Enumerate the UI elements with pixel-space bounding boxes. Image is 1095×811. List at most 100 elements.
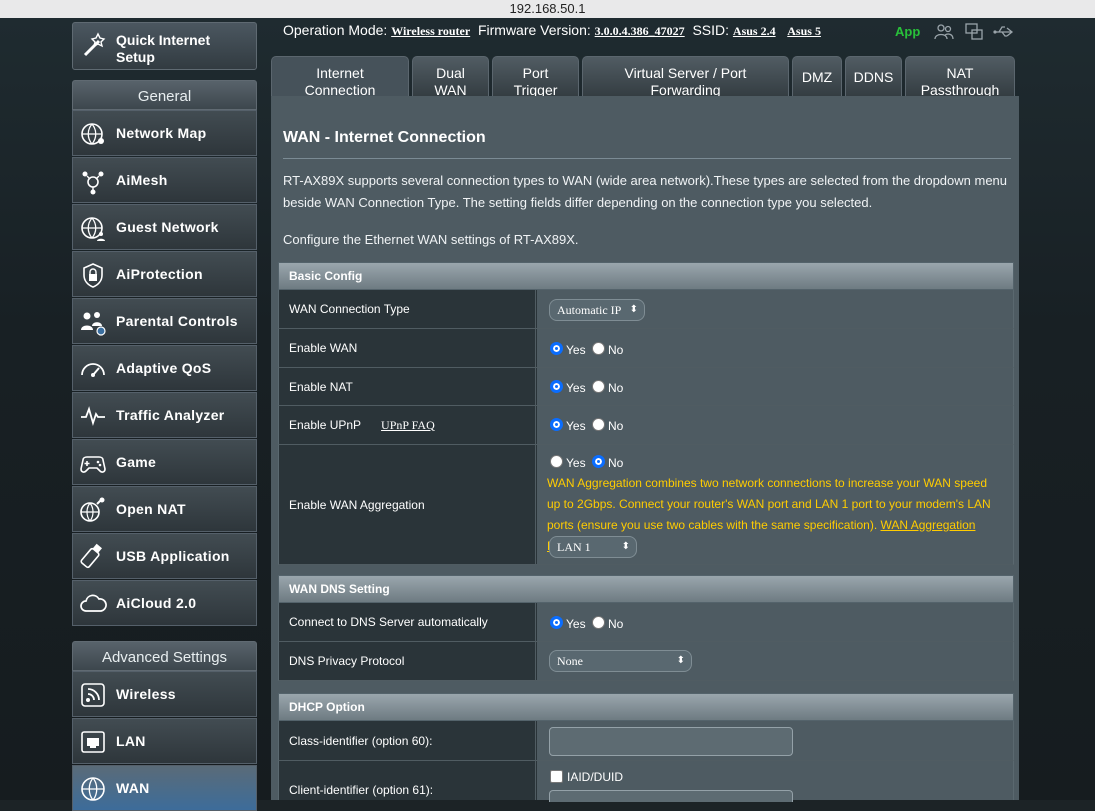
tab-port-trigger[interactable]: Port Trigger — [492, 56, 579, 98]
title-divider — [283, 158, 1011, 159]
sidebar-item-label: AiMesh — [116, 172, 168, 188]
sidebar-item-network-map[interactable]: Network Map — [72, 110, 257, 156]
description-line: beside WAN Connection Type. The setting … — [283, 195, 873, 210]
enable-wan-yes-radio[interactable] — [550, 342, 563, 355]
radio-label: Yes — [566, 419, 586, 433]
basic-config-header: Basic Config — [278, 262, 1014, 290]
firmware-version-link[interactable]: 3.0.0.4.386_47027 — [595, 24, 685, 38]
dns-privacy-select[interactable]: None ⬍ — [549, 650, 692, 672]
sidebar-item-label: Adaptive QoS — [116, 360, 212, 376]
ssid-24-link[interactable]: Asus 2.4 — [733, 24, 776, 38]
page-title: WAN - Internet Connection — [283, 129, 486, 146]
usb-drive-icon — [80, 543, 102, 569]
devices-icon[interactable] — [964, 22, 984, 42]
sidebar-item-guest-network[interactable]: Guest Network — [72, 204, 257, 250]
sidebar-item-game[interactable]: Game — [72, 439, 257, 485]
usb-icon[interactable] — [993, 24, 1015, 40]
updown-chevron-icon: ⬍ — [629, 304, 638, 315]
aggregation-port-select[interactable]: LAN 1 ⬍ — [549, 536, 637, 558]
sidebar-item-wan[interactable]: WAN — [72, 765, 257, 811]
tab-ddns[interactable]: DDNS — [845, 56, 902, 96]
client-identifier-input[interactable] — [549, 790, 793, 802]
main-panel: WAN - Internet Connection RT-AX89X suppo… — [271, 96, 1019, 802]
sidebar-item-label: Network Map — [116, 125, 207, 141]
iaid-duid-checkbox[interactable] — [550, 770, 563, 783]
wan-connection-type-select[interactable]: Automatic IP ⬍ — [549, 299, 645, 321]
pulse-chart-icon — [81, 406, 105, 427]
family-icon — [81, 312, 106, 336]
browser-address-bar[interactable]: 192.168.50.1 — [0, 0, 1095, 19]
radio-label: No — [608, 343, 624, 357]
sidebar-item-wireless[interactable]: Wireless — [72, 671, 257, 717]
tab-internet-connection[interactable]: Internet Connection — [271, 56, 409, 98]
enable-nat-no-radio[interactable] — [592, 380, 605, 393]
radio-label: No — [608, 381, 624, 395]
enable-wan-no-radio[interactable] — [592, 342, 605, 355]
tab-nat-passthrough[interactable]: NAT Passthrough — [905, 56, 1015, 98]
top-status-bar: Operation Mode: Wireless router Firmware… — [283, 22, 1023, 44]
lan-port-icon — [81, 731, 105, 753]
sidebar-item-label: Traffic Analyzer — [116, 407, 225, 423]
sidebar-item-adaptive-qos[interactable]: Adaptive QoS — [72, 345, 257, 391]
sidebar: Quick Internet Setup General Network Map… — [72, 18, 258, 811]
dns-privacy-row: DNS Privacy Protocol None ⬍ — [278, 642, 1014, 681]
wan-connection-type-row: WAN Connection Type Automatic IP ⬍ — [278, 290, 1014, 329]
aggregation-no-radio[interactable] — [592, 455, 605, 468]
enable-upnp-no-radio[interactable] — [592, 418, 605, 431]
tab-label: DDNS — [853, 69, 894, 85]
sidebar-item-label: USB Application — [116, 548, 230, 564]
sidebar-item-parental-controls[interactable]: Parental Controls — [72, 298, 257, 344]
sidebar-item-aiprotection[interactable]: AiProtection — [72, 251, 257, 297]
tab-label: Virtual Server / Port — [624, 65, 747, 81]
sidebar-item-usb-application[interactable]: USB Application — [72, 533, 257, 579]
dns-auto-row: Connect to DNS Server automatically Yes … — [278, 603, 1014, 642]
sidebar-item-label: Guest Network — [116, 219, 219, 235]
mesh-icon — [82, 171, 104, 195]
description-text: RT-AX89X supports several connection typ… — [283, 170, 1013, 214]
sidebar-item-traffic-analyzer[interactable]: Traffic Analyzer — [72, 392, 257, 438]
upnp-faq-link[interactable]: UPnP FAQ — [381, 418, 435, 433]
sidebar-item-open-nat[interactable]: Open NAT — [72, 486, 257, 532]
tab-virtual-server[interactable]: Virtual Server / Port Forwarding — [582, 56, 789, 98]
wifi-icon — [81, 683, 105, 707]
radio-label: Yes — [566, 617, 586, 631]
ssid-5-link[interactable]: Asus 5 — [787, 24, 821, 38]
operation-mode-link[interactable]: Wireless router — [391, 24, 470, 38]
users-icon[interactable] — [934, 22, 954, 42]
cloud-icon — [80, 594, 107, 612]
tab-label: NAT — [946, 65, 974, 81]
wand-icon — [83, 32, 106, 57]
sidebar-item-label: AiCloud 2.0 — [116, 595, 197, 611]
dns-auto-yes-radio[interactable] — [550, 616, 563, 629]
radio-label: Yes — [566, 456, 586, 470]
tab-dual-wan[interactable]: Dual WAN — [412, 56, 489, 98]
row-label: Enable UPnP UPnP FAQ — [279, 406, 536, 444]
enable-nat-yes-radio[interactable] — [550, 380, 563, 393]
row-label: Class-identifier (option 60): — [279, 721, 536, 760]
sidebar-item-label: WAN — [116, 780, 150, 796]
tab-label: Internet — [316, 65, 364, 81]
row-label: Enable WAN Aggregation — [279, 445, 536, 564]
sidebar-item-aicloud[interactable]: AiCloud 2.0 — [72, 580, 257, 626]
description-line: RT-AX89X supports several connection typ… — [283, 173, 1008, 188]
enable-upnp-yes-radio[interactable] — [550, 418, 563, 431]
sidebar-item-label: Open NAT — [116, 501, 186, 517]
sidebar-item-aimesh[interactable]: AiMesh — [72, 157, 257, 203]
client-identifier-row: Client-identifier (option 61): IAID/DUID — [278, 761, 1014, 802]
quick-internet-setup-button[interactable]: Quick Internet Setup — [72, 22, 257, 70]
class-identifier-input[interactable] — [549, 727, 793, 756]
general-group-header: General — [72, 80, 257, 110]
tab-dmz[interactable]: DMZ — [792, 56, 842, 96]
app-link[interactable]: App — [895, 24, 920, 39]
dns-auto-no-radio[interactable] — [592, 616, 605, 629]
row-label-text: Enable UPnP — [289, 418, 362, 432]
sidebar-item-label: Parental Controls — [116, 313, 238, 329]
row-label: Client-identifier (option 61): — [279, 761, 536, 800]
row-label: Enable WAN — [279, 329, 536, 367]
updown-chevron-icon: ⬍ — [621, 541, 630, 552]
globe-network-icon — [81, 123, 104, 145]
sidebar-item-label: Wireless — [116, 686, 176, 702]
ssid-label: SSID: — [692, 22, 730, 38]
sidebar-item-lan[interactable]: LAN — [72, 718, 257, 764]
aggregation-yes-radio[interactable] — [550, 455, 563, 468]
